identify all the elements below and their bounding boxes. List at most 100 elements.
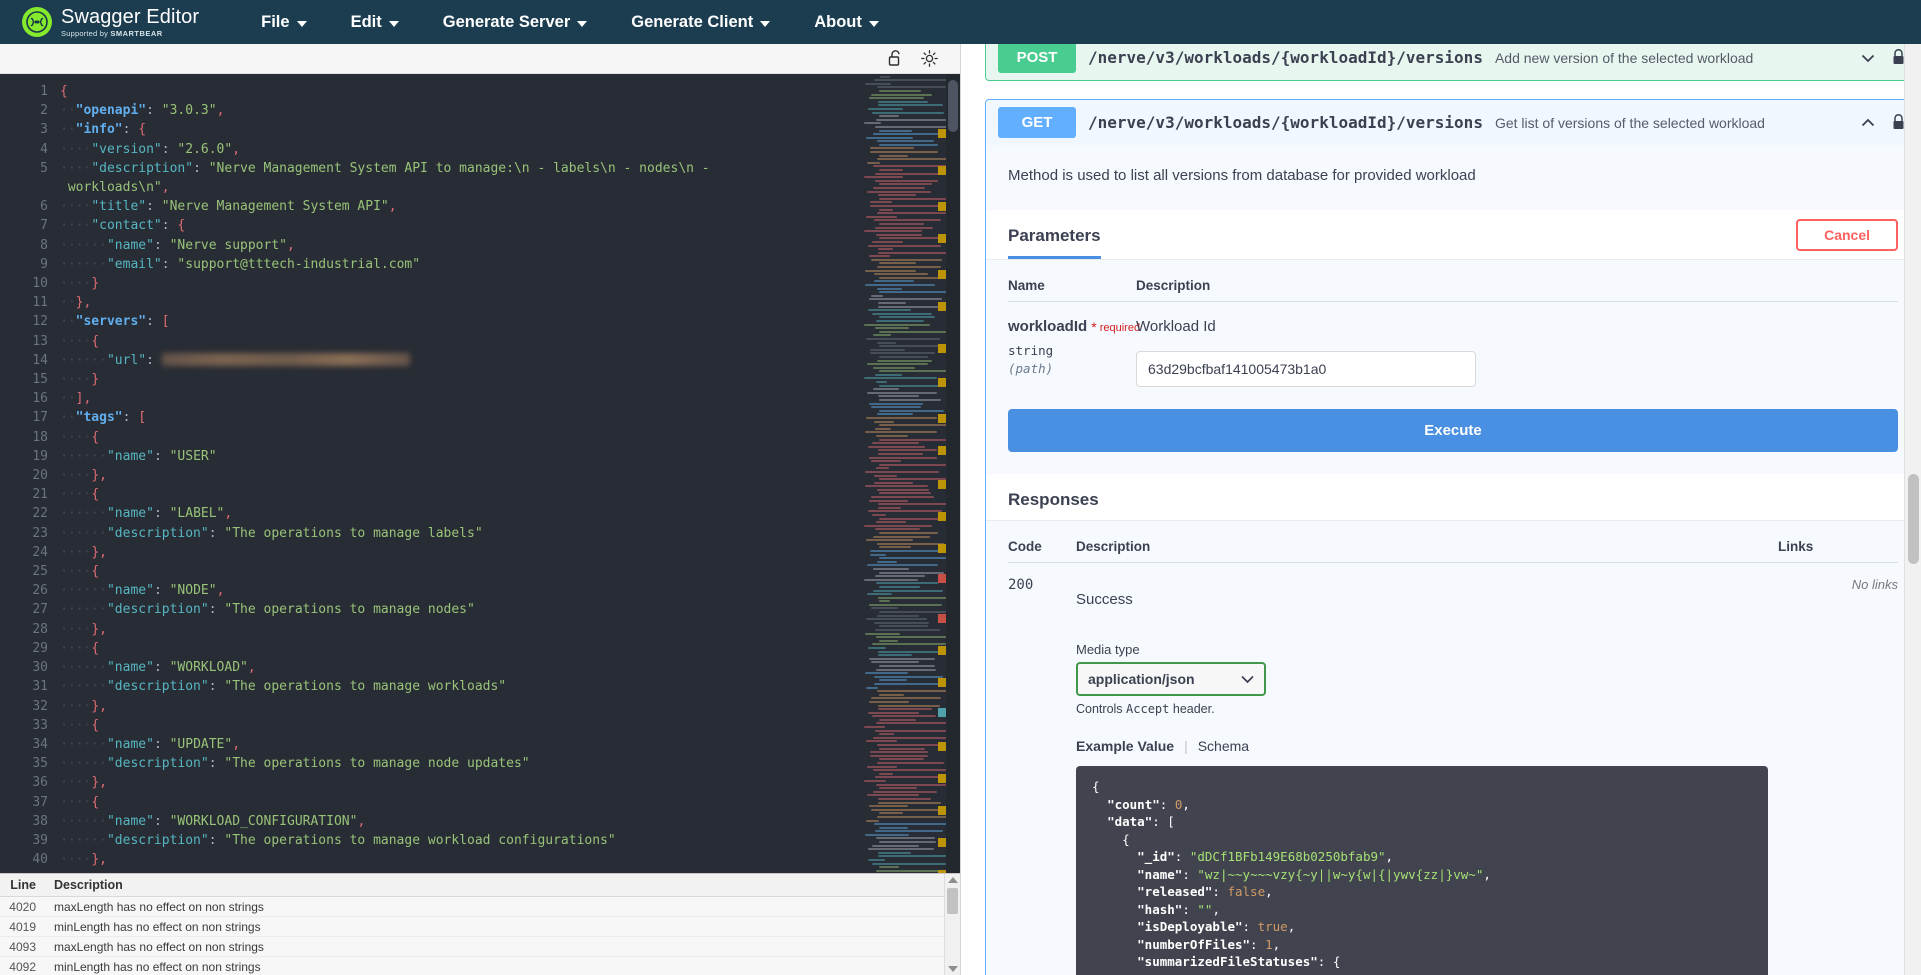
errors-vertical-scrollbar[interactable] bbox=[944, 874, 960, 975]
main-split-view: 12345 6789101112131415161718192021222324… bbox=[0, 44, 1921, 975]
parameters-section-header: Parameters Cancel bbox=[986, 210, 1920, 260]
error-description: minLength has no effect on non strings bbox=[44, 920, 261, 934]
response-code: 200 bbox=[1008, 577, 1076, 608]
chevron-down-icon bbox=[869, 21, 879, 27]
chevron-down-icon bbox=[389, 21, 399, 27]
responses-title: Responses bbox=[1008, 474, 1099, 520]
response-description-cell: Success bbox=[1076, 577, 1778, 608]
chevron-up-icon[interactable] bbox=[1859, 114, 1877, 132]
brand-title: Swagger Editor bbox=[61, 7, 199, 27]
errors-col-line: Line bbox=[0, 878, 44, 892]
error-line: 4093 bbox=[0, 940, 44, 954]
code-content[interactable]: {··"openapi": "3.0.3",··"info": {····"ve… bbox=[60, 74, 960, 873]
parameter-description-cell: Workload Id bbox=[1136, 318, 1898, 387]
execute-wrap: Execute bbox=[986, 391, 1920, 474]
cancel-button[interactable]: Cancel bbox=[1796, 219, 1898, 251]
chevron-down-icon[interactable] bbox=[1859, 49, 1877, 67]
chevron-down-icon bbox=[577, 21, 587, 27]
brand-logo[interactable]: Swagger Editor Supported by SMARTBEAR bbox=[22, 7, 199, 38]
code-vertical-scrollbar[interactable] bbox=[946, 74, 960, 873]
workloadid-input[interactable] bbox=[1136, 351, 1476, 387]
code-area[interactable]: 12345 6789101112131415161718192021222324… bbox=[0, 74, 960, 873]
responses-section-header: Responses bbox=[986, 474, 1920, 521]
media-note-prefix: Controls bbox=[1076, 702, 1126, 716]
operation-post-summary: Add new version of the selected workload bbox=[1495, 50, 1847, 66]
sun-icon[interactable] bbox=[920, 50, 938, 68]
parameters-col-name: Name bbox=[1008, 278, 1136, 293]
scroll-down-arrow-icon[interactable] bbox=[948, 966, 958, 972]
menu-generate-client[interactable]: Generate Client bbox=[609, 3, 792, 42]
parameter-row-workloadid: workloadId* required string (path) Workl… bbox=[1008, 302, 1898, 391]
unlock-icon[interactable] bbox=[886, 50, 904, 68]
error-row[interactable]: 4093maxLength has no effect on non strin… bbox=[0, 937, 960, 957]
main-menu: File Edit Generate Server Generate Clien… bbox=[239, 3, 901, 42]
responses-table-header: Code Description Links bbox=[1008, 521, 1898, 562]
response-description: Success bbox=[1076, 591, 1778, 608]
parameters-table-header: Name Description bbox=[1008, 260, 1898, 301]
swagger-ui-pane: POST /nerve/v3/workloads/{workloadId}/ve… bbox=[961, 44, 1921, 975]
parameter-description: Workload Id bbox=[1136, 318, 1898, 335]
code-minimap[interactable] bbox=[860, 74, 946, 873]
code-editor-pane: 12345 6789101112131415161718192021222324… bbox=[0, 44, 961, 975]
menu-file[interactable]: File bbox=[239, 3, 328, 42]
menu-about[interactable]: About bbox=[792, 3, 901, 42]
menu-file-label: File bbox=[261, 13, 289, 32]
chevron-down-icon bbox=[297, 21, 307, 27]
http-method-badge-get: GET bbox=[998, 107, 1076, 138]
menu-edit[interactable]: Edit bbox=[329, 3, 421, 42]
errors-col-description: Description bbox=[44, 878, 123, 892]
menu-edit-label: Edit bbox=[351, 13, 382, 32]
line-number-gutter: 12345 6789101112131415161718192021222324… bbox=[0, 74, 60, 873]
operation-post-header[interactable]: POST /nerve/v3/workloads/{workloadId}/ve… bbox=[986, 44, 1920, 80]
menu-generate-client-label: Generate Client bbox=[631, 13, 753, 32]
media-type-label: Media type bbox=[1076, 642, 1898, 657]
tab-example-value[interactable]: Example Value bbox=[1076, 738, 1174, 754]
parameter-name: workloadId bbox=[1008, 318, 1087, 335]
responses-col-code: Code bbox=[1008, 539, 1076, 554]
parameter-type: string bbox=[1008, 343, 1136, 358]
brand-subtitle: Supported by SMARTBEAR bbox=[61, 30, 199, 38]
validation-errors-panel: Line Description 4020maxLength has no ef… bbox=[0, 873, 960, 975]
errors-table-header: Line Description bbox=[0, 874, 960, 897]
operation-get-path: /nerve/v3/workloads/{workloadId}/version… bbox=[1088, 113, 1483, 132]
operation-get-body: Method is used to list all versions from… bbox=[986, 145, 1920, 975]
response-links: No links bbox=[1778, 577, 1898, 608]
responses-table: Code Description Links 200 Success No li… bbox=[986, 521, 1920, 975]
operation-get-header[interactable]: GET /nerve/v3/workloads/{workloadId}/ver… bbox=[986, 100, 1920, 145]
parameters-title: Parameters bbox=[1008, 210, 1101, 259]
scroll-up-arrow-icon[interactable] bbox=[948, 877, 958, 883]
execute-button[interactable]: Execute bbox=[1008, 409, 1898, 452]
error-description: maxLength has no effect on non strings bbox=[44, 940, 264, 954]
menu-generate-server-label: Generate Server bbox=[443, 13, 571, 32]
menu-generate-server[interactable]: Generate Server bbox=[421, 3, 610, 42]
error-row[interactable]: 4019minLength has no effect on non strin… bbox=[0, 917, 960, 937]
editor-toolbar bbox=[0, 44, 960, 74]
example-value-code-block[interactable]: { "count": 0, "data": [ { "_id": "dDCf1B… bbox=[1076, 766, 1768, 975]
error-line: 4019 bbox=[0, 920, 44, 934]
operation-get-summary: Get list of versions of the selected wor… bbox=[1495, 115, 1847, 131]
operation-post-path: /nerve/v3/workloads/{workloadId}/version… bbox=[1088, 48, 1483, 67]
swagger-ui-scrollbar-thumb[interactable] bbox=[1908, 474, 1919, 564]
chevron-down-icon bbox=[760, 21, 770, 27]
errors-scrollbar-thumb[interactable] bbox=[947, 888, 958, 914]
error-row[interactable]: 4092minLength has no effect on non strin… bbox=[0, 957, 960, 975]
parameter-name-cell: workloadId* required string (path) bbox=[1008, 318, 1136, 387]
operation-get-workload-versions[interactable]: GET /nerve/v3/workloads/{workloadId}/ver… bbox=[985, 99, 1921, 975]
error-row[interactable]: 4020maxLength has no effect on non strin… bbox=[0, 897, 960, 917]
operation-note-wrap: Method is used to list all versions from… bbox=[986, 145, 1920, 210]
tab-schema[interactable]: Schema bbox=[1198, 738, 1249, 754]
menu-about-label: About bbox=[814, 13, 862, 32]
media-note-suffix: header. bbox=[1169, 702, 1214, 716]
media-type-note: Controls Accept header. bbox=[1076, 702, 1898, 716]
swagger-ui-vertical-scrollbar[interactable] bbox=[1904, 44, 1921, 975]
media-note-code: Accept bbox=[1126, 702, 1169, 716]
response-row-200: 200 Success No links bbox=[1008, 563, 1898, 608]
responses-col-links: Links bbox=[1778, 539, 1898, 554]
error-description: minLength has no effect on non strings bbox=[44, 960, 261, 974]
code-scrollbar-thumb[interactable] bbox=[948, 80, 958, 132]
operation-post-workload-versions[interactable]: POST /nerve/v3/workloads/{workloadId}/ve… bbox=[985, 44, 1921, 81]
errors-table-body: 4020maxLength has no effect on non strin… bbox=[0, 897, 960, 975]
example-schema-tabs: Example Value | Schema bbox=[1076, 738, 1898, 754]
media-type-select[interactable]: application/json bbox=[1076, 662, 1266, 696]
responses-col-description: Description bbox=[1076, 539, 1778, 554]
